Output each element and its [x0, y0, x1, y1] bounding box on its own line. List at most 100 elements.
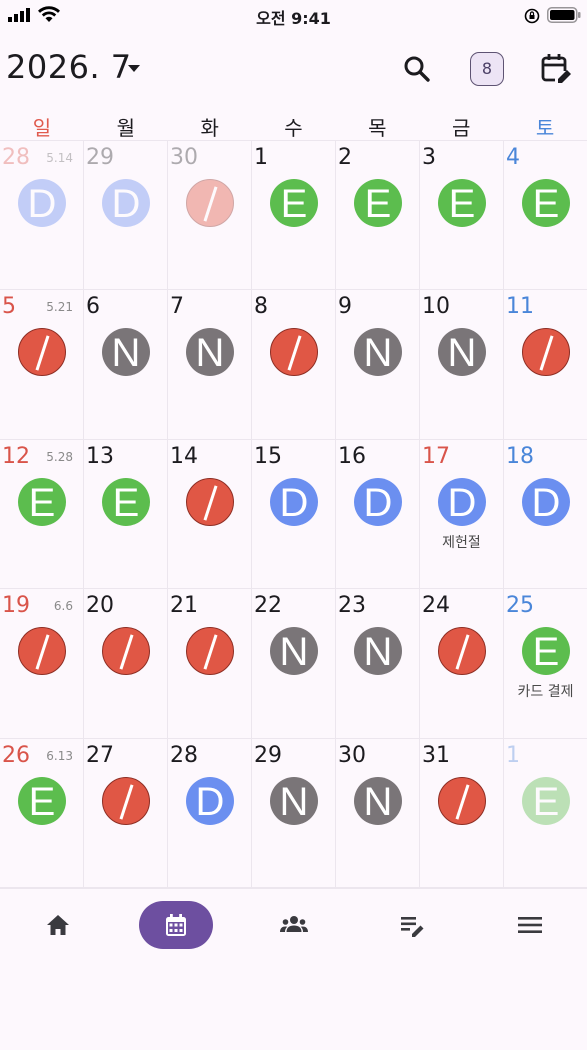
- day-number: 26: [2, 742, 30, 768]
- shift-off-badge: [102, 776, 150, 825]
- shift-off-badge: [438, 627, 486, 676]
- day-cell[interactable]: 16 D: [336, 439, 420, 590]
- shift-n-badge: N: [102, 328, 150, 377]
- day-cell[interactable]: 5 5.21: [0, 290, 84, 440]
- day-memo: 카드 결제: [517, 684, 574, 701]
- shift-n-badge: N: [438, 328, 486, 377]
- day-cell[interactable]: 17 D 제헌절: [420, 439, 504, 590]
- day-cell[interactable]: 28 5.14 D: [0, 141, 84, 291]
- bottom-navigation: [0, 888, 587, 1050]
- day-cell[interactable]: 12 5.28 E: [0, 439, 84, 590]
- status-time: 오전 9:41: [256, 9, 331, 28]
- shift-off-badge: [186, 627, 234, 676]
- day-number: 17: [422, 443, 450, 469]
- weekday-thu: 목: [368, 116, 387, 140]
- shift-off-badge: [270, 328, 318, 377]
- search-icon[interactable]: [400, 52, 434, 86]
- status-bar: 오전 9:41: [0, 0, 587, 30]
- calendar-icon: [166, 914, 186, 936]
- day-cell[interactable]: 21: [168, 589, 252, 739]
- home-icon: [47, 915, 69, 935]
- calendar-grid: 28 5.14 D 29 D 30 1 E 2 E 3 E 4 E 5 5.21 6 N 7 N 8 9 N 10 N 11 12 5…: [0, 140, 587, 888]
- day-number: 18: [506, 443, 534, 469]
- day-number: 31: [422, 742, 450, 768]
- nav-menu[interactable]: [493, 901, 567, 949]
- day-cell[interactable]: 19 6.6: [0, 589, 84, 739]
- shift-e-badge: E: [438, 179, 486, 227]
- lunar-date: 5.21: [46, 300, 73, 315]
- day-cell[interactable]: 1E: [504, 739, 587, 888]
- day-number: 20: [86, 593, 114, 619]
- day-cell[interactable]: 23 N: [336, 589, 420, 739]
- day-cell[interactable]: 7N: [168, 290, 252, 440]
- day-number: 5: [2, 294, 16, 320]
- day-cell[interactable]: 29 D: [84, 141, 168, 291]
- shift-off-badge: [186, 477, 234, 526]
- day-cell[interactable]: 2E: [336, 141, 420, 291]
- shift-e-badge: E: [354, 179, 402, 227]
- battery-icon: [547, 7, 581, 23]
- day-cell[interactable]: 11: [504, 290, 587, 440]
- day-cell[interactable]: 10 N: [420, 290, 504, 440]
- day-number: 3: [422, 145, 436, 170]
- day-cell[interactable]: 3E: [420, 141, 504, 291]
- day-cell[interactable]: 20: [84, 589, 168, 739]
- shift-off-badge: [18, 627, 66, 676]
- day-number: 11: [506, 294, 534, 320]
- day-cell[interactable]: 14: [168, 439, 252, 590]
- pending-count-button[interactable]: 8: [470, 52, 504, 86]
- shift-e-badge: E: [270, 179, 318, 227]
- day-cell[interactable]: 1E: [252, 141, 336, 291]
- day-cell[interactable]: 30 N: [336, 738, 420, 888]
- week-row: 28 5.14 D 29 D 30 1 E 2 E 3 E 4 E: [0, 141, 587, 291]
- day-cell[interactable]: 18 D: [504, 440, 587, 590]
- day-cell[interactable]: 26 6.13 E: [0, 738, 84, 888]
- shift-n-badge: N: [354, 627, 402, 676]
- day-cell[interactable]: 8: [252, 290, 336, 440]
- shift-e-badge: E: [522, 179, 570, 227]
- week-row: 5 5.21 6 N 7 N 8 9 N 10 N 11: [0, 290, 587, 440]
- day-cell[interactable]: 27: [84, 738, 168, 888]
- week-row: 12 5.28 E 13 E 14 15 D 16 D 17 D 제헌절 18 D: [0, 439, 587, 590]
- day-number: 22: [254, 593, 282, 619]
- day-number: 4: [506, 145, 520, 170]
- weekday-sat: 토: [535, 116, 555, 140]
- day-cell[interactable]: 4E: [504, 141, 587, 291]
- shift-d-badge: D: [186, 776, 234, 825]
- nav-group[interactable]: [257, 901, 331, 949]
- shift-d-badge: D: [522, 477, 570, 526]
- lunar-date: 6.13: [46, 748, 73, 763]
- day-cell[interactable]: 31: [420, 738, 504, 888]
- lunar-date: 6.6: [53, 599, 73, 614]
- shift-e-badge: E: [522, 776, 570, 825]
- shift-n-badge: N: [270, 627, 318, 676]
- day-cell[interactable]: 25 E 카드 결제: [504, 589, 587, 739]
- day-number: 28: [170, 742, 198, 768]
- weekday-tue: 화: [200, 116, 219, 140]
- caret-down-icon[interactable]: [126, 62, 142, 74]
- group-icon: [280, 916, 308, 932]
- shift-d-badge: D: [438, 477, 486, 526]
- shift-d-badge: D: [354, 477, 402, 526]
- day-cell[interactable]: 28 D: [168, 738, 252, 888]
- day-cell[interactable]: 6N: [84, 290, 168, 440]
- month-title[interactable]: 2026. 7: [6, 48, 132, 86]
- edit-calendar-icon[interactable]: [538, 51, 574, 87]
- day-cell[interactable]: 29 N: [252, 738, 336, 888]
- day-cell[interactable]: 30: [168, 141, 252, 291]
- day-number: 8: [254, 294, 268, 320]
- nav-notes[interactable]: [375, 901, 449, 949]
- nav-home[interactable]: [21, 901, 95, 949]
- day-cell[interactable]: 24: [420, 589, 504, 739]
- menu-icon: [518, 917, 542, 933]
- day-cell[interactable]: 15 D: [252, 439, 336, 590]
- day-cell[interactable]: 22 N: [252, 589, 336, 739]
- lunar-date: 5.28: [46, 449, 73, 464]
- day-cell[interactable]: 9N: [336, 290, 420, 440]
- day-number: 15: [254, 443, 282, 469]
- day-number: 28: [2, 145, 30, 170]
- day-cell[interactable]: 13 E: [84, 439, 168, 590]
- nav-calendar[interactable]: [139, 901, 213, 949]
- day-number: 30: [338, 742, 366, 768]
- week-row: 26 6.13 E 27 28 D 29 N 30 N 31 1 E: [0, 738, 587, 888]
